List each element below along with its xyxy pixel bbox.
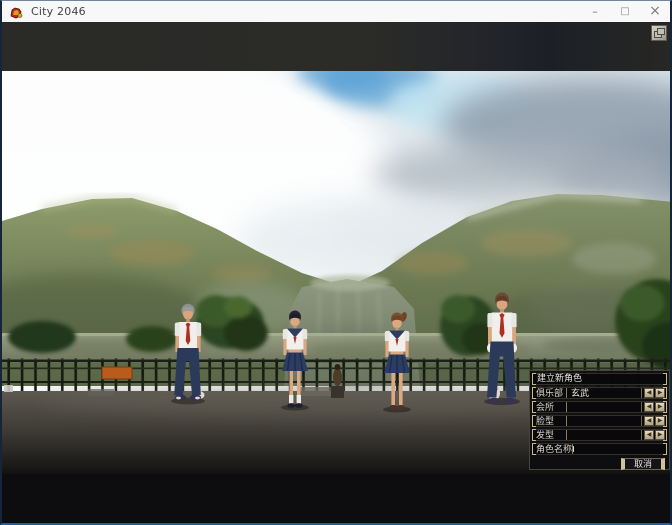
create-character-dialog: 建立新角色 俱乐部 玄武 ◀ ▶ 会所 ◀ ▶ 脸型 — [529, 370, 670, 470]
field-clubhouse-spinner: ◀ ▶ — [641, 402, 666, 412]
field-clubhouse-label: 会所 — [533, 402, 567, 412]
field-face-value — [567, 416, 641, 426]
letterbox-bottom — [2, 474, 670, 523]
cancel-button[interactable]: 取消 — [621, 458, 665, 470]
club-prev-arrow-icon[interactable]: ◀ — [644, 388, 654, 398]
dialog-footer: 取消 — [532, 458, 667, 470]
field-hair-label: 发型 — [533, 430, 567, 440]
app-logo-icon — [9, 5, 25, 19]
game-viewport: 建立新角色 俱乐部 玄武 ◀ ▶ 会所 ◀ ▶ 脸型 — [2, 22, 670, 523]
field-hair-value — [567, 430, 641, 440]
window-title: City 2046 — [31, 5, 86, 18]
hair-next-arrow-icon[interactable]: ▶ — [655, 430, 665, 440]
restore-rect-front — [657, 28, 665, 35]
field-face-label: 脸型 — [533, 416, 567, 426]
close-button[interactable]: × — [640, 1, 670, 22]
orange-crate — [102, 367, 132, 379]
white-debris — [4, 385, 13, 392]
field-clubhouse: 会所 ◀ ▶ — [532, 401, 667, 413]
field-character-name[interactable]: 角色名称 — [532, 443, 667, 455]
field-hair: 发型 ◀ ▶ — [532, 429, 667, 441]
field-face: 脸型 ◀ ▶ — [532, 415, 667, 427]
face-next-arrow-icon[interactable]: ▶ — [655, 416, 665, 426]
hair-prev-arrow-icon[interactable]: ◀ — [644, 430, 654, 440]
field-hair-spinner: ◀ ▶ — [641, 430, 666, 440]
field-face-spinner: ◀ ▶ — [641, 416, 666, 426]
field-club-label: 俱乐部 — [533, 388, 567, 398]
face-prev-arrow-icon[interactable]: ◀ — [644, 416, 654, 426]
clubhouse-next-arrow-icon[interactable]: ▶ — [655, 402, 665, 412]
clubhouse-prev-arrow-icon[interactable]: ◀ — [644, 402, 654, 412]
character-name-label: 角色名称 — [533, 444, 573, 454]
minimize-button[interactable]: – — [580, 1, 610, 22]
field-club: 俱乐部 玄武 ◀ ▶ — [532, 387, 667, 399]
club-next-arrow-icon[interactable]: ▶ — [655, 388, 665, 398]
field-clubhouse-value — [567, 402, 641, 412]
dialog-title: 建立新角色 — [532, 373, 667, 385]
character-name-input[interactable] — [574, 444, 666, 454]
window-controls: – □ × — [580, 1, 670, 22]
field-club-value: 玄武 — [567, 388, 641, 398]
letterbox-top — [2, 22, 670, 71]
titlebar: City 2046 – □ × — [2, 1, 670, 22]
app-window: City 2046 – □ × — [0, 0, 672, 525]
maximize-button[interactable]: □ — [610, 1, 640, 22]
restore-window-icon[interactable] — [651, 25, 667, 41]
field-club-spinner: ◀ ▶ — [641, 388, 666, 398]
